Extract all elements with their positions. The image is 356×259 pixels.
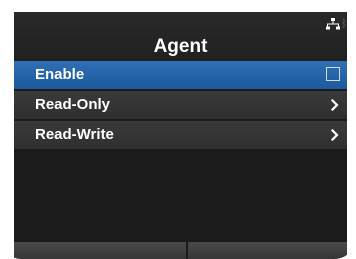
settings-panel: ᛒ Agent Enable Read-Only Read-Write bbox=[14, 12, 347, 259]
menu-item-enable[interactable]: Enable bbox=[14, 61, 347, 89]
printer-display: ᛒ Agent Enable Read-Only Read-Write bbox=[0, 0, 356, 259]
menu-item-label: Read-Only bbox=[35, 96, 111, 113]
title-bar: ᛒ Agent bbox=[14, 12, 347, 61]
left-softkey-button[interactable] bbox=[14, 242, 186, 259]
menu-item-read-only[interactable]: Read-Only bbox=[14, 91, 347, 119]
network-icon bbox=[326, 18, 340, 30]
menu-item-label: Enable bbox=[35, 66, 85, 83]
chevron-right-icon bbox=[331, 99, 339, 111]
right-softkey-button[interactable] bbox=[188, 242, 347, 259]
menu-item-read-write[interactable]: Read-Write bbox=[14, 121, 347, 149]
menu-item-label: Read-Write bbox=[35, 126, 114, 143]
settings-menu: Enable Read-Only Read-Write bbox=[14, 61, 347, 151]
checkbox-icon[interactable] bbox=[326, 67, 340, 81]
bluetooth-icon: ᛒ bbox=[341, 18, 347, 30]
status-icons: ᛒ bbox=[326, 18, 347, 30]
softkey-bar bbox=[14, 242, 347, 259]
page-title: Agent bbox=[153, 36, 208, 57]
chevron-right-icon bbox=[331, 129, 339, 141]
